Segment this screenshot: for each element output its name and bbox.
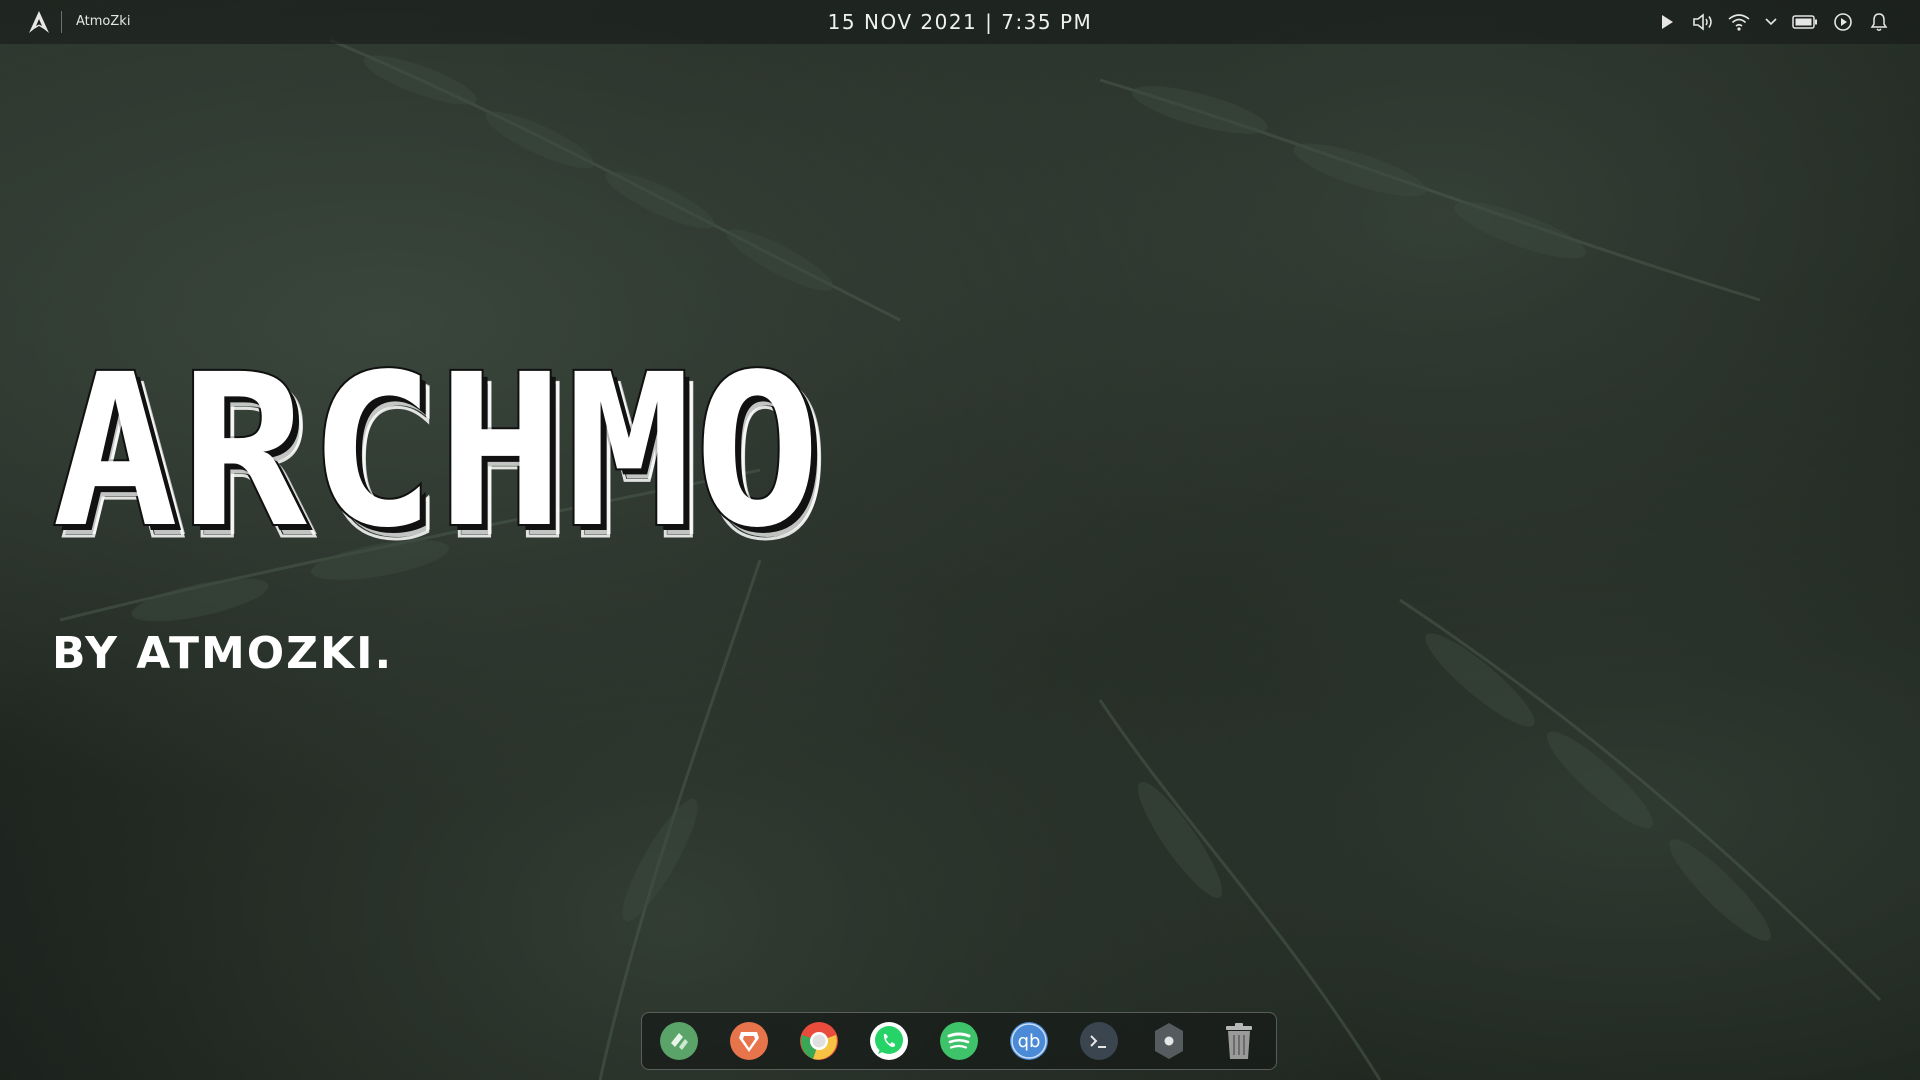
qbittorrent-icon[interactable]: qb [1008, 1020, 1050, 1062]
wifi-icon[interactable] [1728, 11, 1750, 33]
panel-separator [61, 11, 62, 33]
dock: qb [641, 1012, 1277, 1070]
notification-bell-icon[interactable] [1868, 11, 1890, 33]
clock-datetime: 15 NOV 2021 | 7:35 PM [0, 10, 1920, 34]
battery-icon[interactable] [1792, 11, 1818, 33]
trash-icon[interactable] [1218, 1020, 1260, 1062]
username-label[interactable]: AtmoZki [76, 14, 130, 29]
desktop-title-widget: ARCHMO ARCHMO [50, 329, 1132, 574]
media-play-icon[interactable] [1656, 11, 1678, 33]
terminal-icon[interactable] [1078, 1020, 1120, 1062]
chevron-down-icon[interactable] [1764, 11, 1778, 33]
settings-icon[interactable] [1148, 1020, 1190, 1062]
top-panel: AtmoZki 15 NOV 2021 | 7:35 PM [0, 0, 1920, 44]
desktop-subtitle: BY ATMOZKI. [52, 628, 394, 679]
volume-icon[interactable] [1692, 11, 1714, 33]
file-manager-icon[interactable] [658, 1020, 700, 1062]
desktop-title: ARCHMO [50, 329, 823, 574]
arch-logo-icon[interactable] [26, 10, 52, 34]
system-tray [1656, 10, 1890, 34]
power-timer-icon[interactable] [1832, 11, 1854, 33]
spotify-icon[interactable] [938, 1020, 980, 1062]
chrome-browser-icon[interactable] [798, 1020, 840, 1062]
svg-text:qb: qb [1018, 1031, 1041, 1052]
brave-browser-icon[interactable] [728, 1020, 770, 1062]
whatsapp-icon[interactable] [868, 1020, 910, 1062]
clock-text[interactable]: 15 NOV 2021 | 7:35 PM [828, 10, 1093, 34]
